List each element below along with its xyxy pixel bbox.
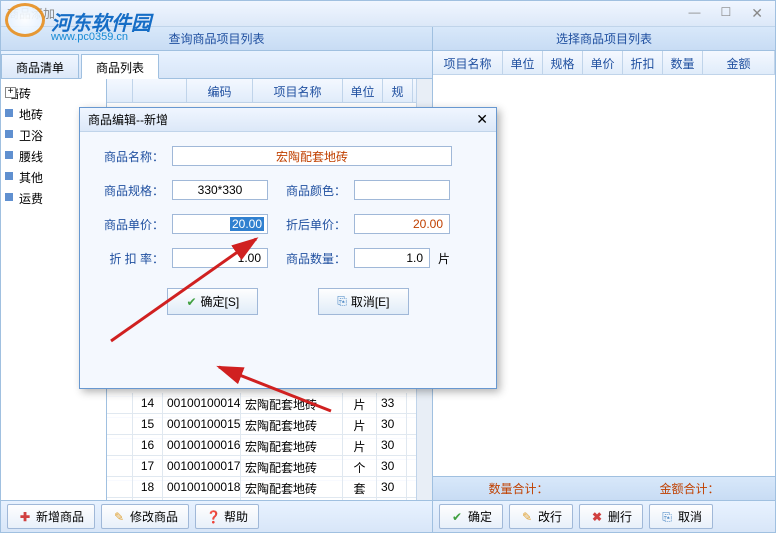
color-input[interactable] <box>354 180 450 200</box>
totals-bar: 数量合计： 金额合计： <box>433 476 775 500</box>
delete-row-button[interactable]: ✖删行 <box>579 504 643 529</box>
tab-product-list[interactable]: 商品列表 <box>81 54 159 79</box>
maximize-button[interactable]: ☐ <box>715 5 738 22</box>
discount-label: 折 扣 率： <box>100 250 164 267</box>
right-panel-header: 选择商品项目列表 <box>433 27 775 51</box>
right-grid-header: 项目名称 单位 规格 单价 折扣 数量 金额 <box>433 51 775 75</box>
rcol-amt[interactable]: 金额 <box>703 51 775 74</box>
col-code[interactable]: 编码 <box>187 79 253 102</box>
col-idx <box>133 79 187 102</box>
main-window: 河东软件园 www.pc0359.cn 商品添加 — ☐ ✕ 查询商品项目列表 … <box>0 0 776 533</box>
modal-close-button[interactable]: ✕ <box>476 111 488 128</box>
disc-price-input[interactable] <box>354 214 450 234</box>
help-button[interactable]: ❓帮助 <box>195 504 259 529</box>
col-blank <box>107 79 133 102</box>
col-spec[interactable]: 规 <box>383 79 413 102</box>
help-icon: ❓ <box>206 510 220 524</box>
door-icon: ⎘ <box>337 294 347 309</box>
spec-label: 商品规格： <box>100 182 164 199</box>
qty-label: 商品数量： <box>276 250 346 267</box>
check-icon: ✔ <box>450 510 464 524</box>
edit-icon: ✎ <box>112 510 126 524</box>
modal-body: 商品名称： 商品规格： 商品颜色： 商品单价： 20.00 折后单价： 折 扣 … <box>80 132 496 329</box>
exit-icon: ⎘ <box>660 510 674 524</box>
confirm-button[interactable]: ✔确定 <box>439 504 503 529</box>
price-input[interactable]: 20.00 <box>172 214 268 234</box>
left-grid-header: 编码 项目名称 单位 规 <box>107 79 416 103</box>
modal-titlebar: 商品编辑--新增 ✕ <box>80 108 496 132</box>
table-row[interactable]: 1400100100014宏陶配套地砖片33 <box>107 393 416 414</box>
modal-title-text: 商品编辑--新增 <box>88 111 168 128</box>
color-label: 商品颜色： <box>276 182 346 199</box>
rcol-unit[interactable]: 单位 <box>503 51 543 74</box>
right-toolbar: ✔确定 ✎改行 ✖删行 ⎘取消 <box>433 500 775 532</box>
table-row[interactable]: 1500100100015宏陶配套地砖片30 <box>107 414 416 435</box>
pencil-icon: ✎ <box>520 510 534 524</box>
price-label: 商品单价： <box>100 216 164 233</box>
amt-total-label: 金额合计： <box>659 480 719 497</box>
table-row[interactable]: 1600100100016宏陶配套地砖片30 <box>107 435 416 456</box>
name-label: 商品名称： <box>100 148 164 165</box>
qty-total-label: 数量合计： <box>488 480 548 497</box>
table-row[interactable]: 1800100100018宏陶配套地砖套30 <box>107 477 416 498</box>
left-panel-header: 查询商品项目列表 <box>1 27 432 51</box>
titlebar: 商品添加 — ☐ ✕ <box>1 1 775 27</box>
col-name[interactable]: 项目名称 <box>253 79 343 102</box>
table-row[interactable]: 1700100100017宏陶配套地砖个30 <box>107 456 416 477</box>
close-button[interactable]: ✕ <box>745 5 769 22</box>
window-title: 商品添加 <box>7 5 55 22</box>
qty-unit: 片 <box>438 250 450 267</box>
x-icon: ✖ <box>590 510 604 524</box>
add-icon: ✚ <box>18 510 32 524</box>
rcol-qty[interactable]: 数量 <box>663 51 703 74</box>
col-unit[interactable]: 单位 <box>343 79 383 102</box>
left-toolbar: ✚新增商品 ✎修改商品 ❓帮助 <box>1 500 432 532</box>
rcol-name[interactable]: 项目名称 <box>433 51 503 74</box>
disc-price-label: 折后单价： <box>276 216 346 233</box>
qty-input[interactable] <box>354 248 430 268</box>
rcol-price[interactable]: 单价 <box>583 51 623 74</box>
name-input[interactable] <box>172 146 452 166</box>
tree-item-wall-tile[interactable]: 墙砖 <box>3 83 104 104</box>
edit-product-button[interactable]: ✎修改商品 <box>101 504 189 529</box>
modal-ok-button[interactable]: ✔确定[S] <box>167 288 258 315</box>
minimize-button[interactable]: — <box>683 5 707 22</box>
tab-product-summary[interactable]: 商品清单 <box>1 54 79 78</box>
tabs: 商品清单 商品列表 <box>1 51 432 79</box>
spec-input[interactable] <box>172 180 268 200</box>
rcol-spec[interactable]: 规格 <box>543 51 583 74</box>
cancel-button[interactable]: ⎘取消 <box>649 504 713 529</box>
modify-row-button[interactable]: ✎改行 <box>509 504 573 529</box>
discount-input[interactable] <box>172 248 268 268</box>
check-icon: ✔ <box>186 295 196 309</box>
rcol-disc[interactable]: 折扣 <box>623 51 663 74</box>
add-product-button[interactable]: ✚新增商品 <box>7 504 95 529</box>
product-edit-modal: 商品编辑--新增 ✕ 商品名称： 商品规格： 商品颜色： 商品单价： 20.00… <box>79 107 497 389</box>
modal-cancel-button[interactable]: ⎘取消[E] <box>318 288 408 315</box>
